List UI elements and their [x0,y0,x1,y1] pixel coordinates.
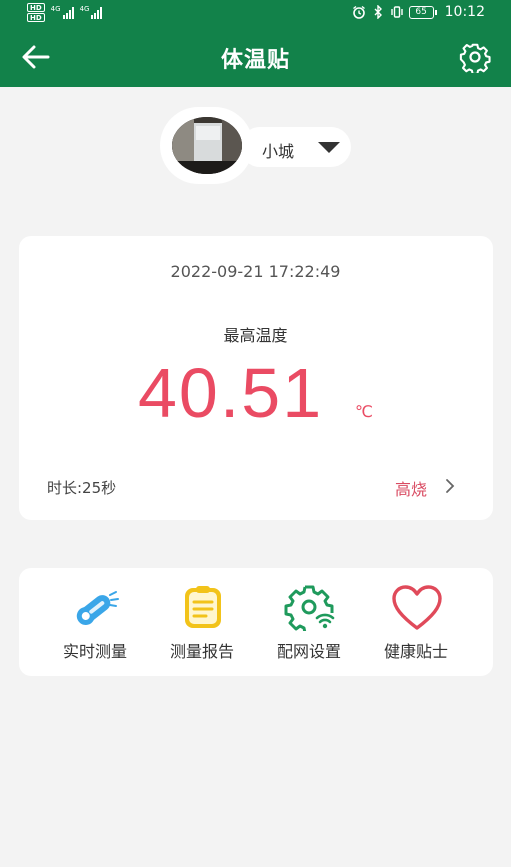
gear-icon[interactable] [459,41,491,73]
temperature-value: 40.51 [138,354,324,432]
avatar[interactable] [172,117,242,174]
clipboard-icon [185,586,221,628]
signal-icon: 4G [80,5,103,19]
hd-badge-2: HD [27,13,45,22]
page-title: 体温贴 [220,48,290,73]
avatar-photo [172,117,242,174]
heart-icon [392,585,442,630]
vibrate-icon [390,6,403,18]
bluetooth-icon [374,5,382,19]
function-label: 实时测量 [62,642,127,661]
caret-down-icon[interactable] [318,142,340,153]
function-network-settings[interactable]: 配网设置 [259,585,359,665]
measurement-timestamp: 2022-09-21 17:22:49 [170,262,341,281]
gear-wifi-icon [284,585,335,631]
function-label: 配网设置 [276,642,341,661]
function-realtime-measure[interactable]: 实时测量 [45,585,145,665]
thermometer-icon [76,591,119,626]
status-bar: HD HD 4G 4G 65 10:12 [0,0,511,26]
app-header: HD HD 4G 4G 65 10:12 体温贴 [0,0,511,87]
battery-icon: 65 [408,5,437,19]
max-temperature-label: 最高温度 [223,326,288,345]
device-name[interactable]: 小城 [262,138,294,162]
hd-badge-1: HD [27,3,45,12]
measurement-duration: 时长:25秒 [47,479,117,497]
status-time: 10:12 [444,4,485,20]
function-label: 健康贴士 [383,642,448,661]
alarm-icon [352,5,365,19]
function-label: 测量报告 [169,642,234,661]
function-health-tips[interactable]: 健康贴士 [366,585,466,665]
temperature-unit: ℃ [355,402,373,421]
function-measure-report[interactable]: 测量报告 [152,585,252,665]
fever-status-link[interactable]: 高烧 [395,476,427,500]
chevron-right-icon[interactable] [443,478,457,494]
signal-icon: 4G [51,5,74,19]
